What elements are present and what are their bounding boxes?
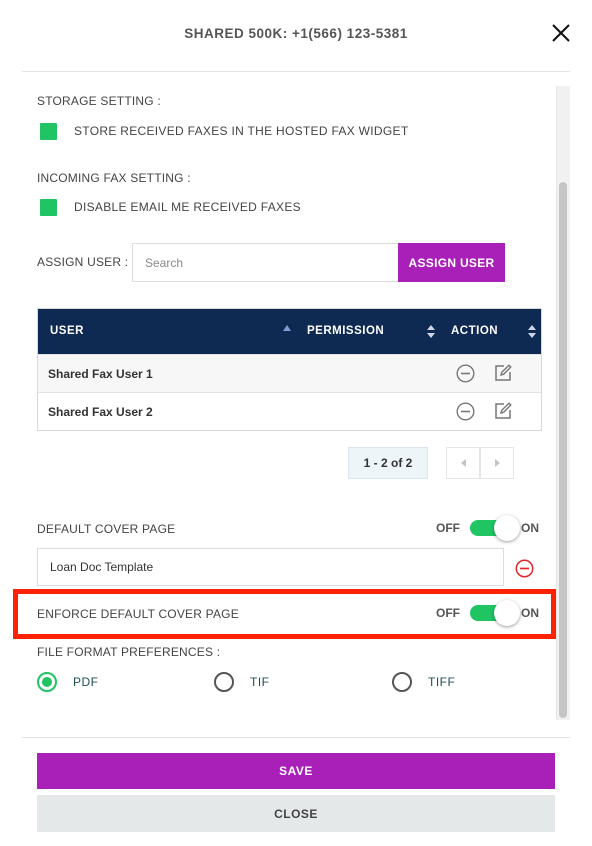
sort-asc-icon[interactable]	[283, 325, 291, 331]
edit-icon[interactable]	[493, 401, 513, 421]
remove-user-icon[interactable]	[456, 402, 475, 421]
toggle-knob[interactable]	[494, 515, 520, 541]
save-button[interactable]: SAVE	[37, 753, 555, 789]
column-header-user[interactable]: USER	[50, 325, 84, 337]
users-table: USER PERMISSION ACTION Shared Fax User 1…	[37, 308, 542, 431]
chevron-right-icon	[494, 459, 500, 467]
assign-user-button[interactable]: ASSIGN USER	[398, 243, 505, 282]
toggle-knob[interactable]	[494, 600, 520, 626]
file-format-label: FILE FORMAT PREFERENCES :	[37, 645, 221, 659]
format-option-label: TIF	[250, 675, 270, 689]
chevron-left-icon	[460, 459, 466, 467]
storage-setting-label: STORAGE SETTING :	[37, 94, 161, 108]
close-icon[interactable]	[548, 20, 574, 46]
format-option-label: TIFF	[428, 675, 456, 689]
sort-icon[interactable]	[528, 325, 536, 339]
storage-checkbox-row[interactable]: STORE RECEIVED FAXES IN THE HOSTED FAX W…	[40, 122, 408, 140]
dialog-title: SHARED 500K: +1(566) 123-5381	[184, 26, 408, 41]
dialog-header: SHARED 500K: +1(566) 123-5381	[0, 0, 592, 70]
sort-icon[interactable]	[427, 325, 435, 339]
table-row: Shared Fax User 2	[38, 392, 541, 430]
table-header: USER PERMISSION ACTION	[38, 309, 541, 354]
header-divider	[22, 71, 570, 72]
default-cover-page-label: DEFAULT COVER PAGE	[37, 522, 176, 536]
default-cover-toggle-group: OFF ON	[436, 515, 539, 541]
remove-template-icon[interactable]	[515, 559, 534, 578]
incoming-checkbox-label: DISABLE EMAIL ME RECEIVED FAXES	[74, 200, 301, 214]
user-name-cell: Shared Fax User 2	[48, 405, 153, 419]
search-input[interactable]	[133, 244, 398, 281]
toggle-off-label: OFF	[436, 606, 460, 620]
cover-template-field[interactable]: Loan Doc Template	[37, 548, 504, 586]
next-page-button[interactable]	[480, 447, 514, 479]
format-option-tiff[interactable]: TIFF	[392, 672, 455, 692]
incoming-checkbox-row[interactable]: DISABLE EMAIL ME RECEIVED FAXES	[40, 198, 301, 216]
radio-icon[interactable]	[392, 672, 412, 692]
enforce-cover-page-label: ENFORCE DEFAULT COVER PAGE	[37, 607, 239, 621]
format-option-label: PDF	[73, 675, 99, 689]
user-name-cell: Shared Fax User 1	[48, 367, 153, 381]
enforce-cover-toggle-group: OFF ON	[436, 600, 539, 626]
column-header-action[interactable]: ACTION	[451, 325, 498, 337]
search-field[interactable]	[132, 243, 398, 282]
radio-selected-icon[interactable]	[37, 672, 57, 692]
table-row: Shared Fax User 1	[38, 354, 541, 392]
edit-icon[interactable]	[493, 363, 513, 383]
toggle-off-label: OFF	[436, 521, 460, 535]
toggle-on-label: ON	[521, 606, 539, 620]
column-header-permission[interactable]: PERMISSION	[307, 325, 384, 337]
radio-icon[interactable]	[214, 672, 234, 692]
storage-checkbox-label: STORE RECEIVED FAXES IN THE HOSTED FAX W…	[74, 124, 409, 138]
default-cover-toggle[interactable]	[470, 515, 520, 541]
close-button[interactable]: CLOSE	[37, 795, 555, 832]
footer-divider	[22, 737, 570, 738]
format-option-tif[interactable]: TIF	[214, 672, 270, 692]
scrollbar-thumb[interactable]	[559, 182, 567, 718]
remove-user-icon[interactable]	[456, 364, 475, 383]
incoming-fax-setting-label: INCOMING FAX SETTING :	[37, 171, 191, 185]
prev-page-button[interactable]	[446, 447, 480, 479]
format-option-pdf[interactable]: PDF	[37, 672, 99, 692]
enforce-cover-toggle[interactable]	[470, 600, 520, 626]
incoming-checkbox[interactable]	[40, 198, 57, 216]
storage-checkbox[interactable]	[40, 122, 57, 140]
assign-user-label: ASSIGN USER :	[37, 255, 129, 269]
pagination-info: 1 - 2 of 2	[348, 447, 428, 479]
toggle-on-label: ON	[521, 521, 539, 535]
